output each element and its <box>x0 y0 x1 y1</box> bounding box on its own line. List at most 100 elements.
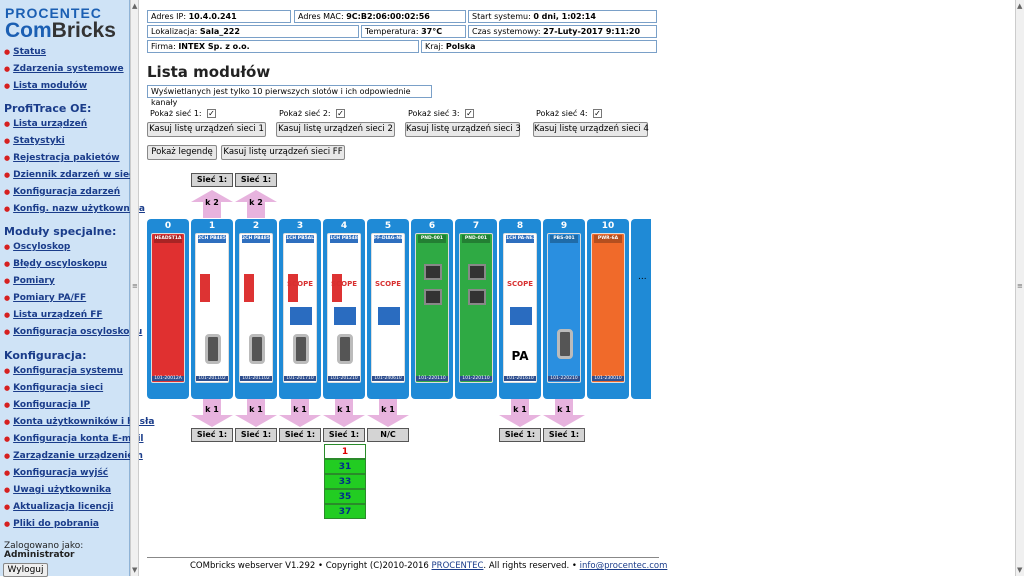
device-address[interactable]: 37 <box>324 504 366 519</box>
main-scroll-grip-icon[interactable]: ≡ <box>1017 282 1023 290</box>
clear-network-button[interactable]: Kasuj listę urządzeń sieci 3 <box>405 122 521 137</box>
nav-link[interactable]: Konfiguracja oscyloskopu <box>4 327 142 337</box>
show-network-label: Pokaż sieć 3: <box>408 109 460 118</box>
module-number: 10 <box>601 221 615 231</box>
device-address[interactable]: 31 <box>324 459 366 474</box>
info-start: Start systemu: 0 dni, 1:02:14 <box>468 10 657 23</box>
module-slot[interactable]: 7 PND-001 101-220110 <box>455 219 497 399</box>
scope-label: SCOPE <box>374 280 402 288</box>
nav-section-config: Konfiguracja: <box>4 349 87 362</box>
nav-link[interactable]: Pomiary PA/FF <box>4 293 86 303</box>
nav-link[interactable]: Oscyloskop <box>4 242 70 252</box>
module-slot[interactable]: 4 1CH PB5485 101-201210 SCOPE <box>323 219 365 399</box>
channel-arrow-up-icon: k 2 <box>191 190 233 218</box>
main-scroll-down-icon[interactable]: ▼ <box>1017 566 1022 574</box>
more-modules: ... <box>638 272 647 282</box>
module-slot-partial <box>631 219 651 399</box>
clear-ff-button[interactable]: Kasuj listę urządzeń sieci FF <box>221 145 345 160</box>
nav-link[interactable]: Zarządzanie urządzeniem <box>4 451 143 461</box>
nav-link[interactable]: Konfiguracja sieci <box>4 383 103 393</box>
module-number: 9 <box>560 221 568 231</box>
show-network-checkbox[interactable]: ✓ <box>336 109 345 118</box>
nav-link[interactable]: Konfiguracja zdarzeń <box>4 187 120 197</box>
nav-link[interactable]: Pliki do pobrania <box>4 519 99 529</box>
nav-link[interactable]: Dziennik zdarzeń w sieci <box>4 170 137 180</box>
module-slot[interactable]: 5 FF-DIAG-NEX 101-240610 SCOPE <box>367 219 409 399</box>
waveform-icon <box>289 306 313 326</box>
nav-link[interactable]: Konfiguracja IP <box>4 400 90 410</box>
nav-link[interactable]: Konfig. nazw użytkownika <box>4 204 145 214</box>
nav-link[interactable]: Lista urządzeń <box>4 119 87 129</box>
module-face: 1CH PB5485 101-201210 SCOPE <box>327 233 361 383</box>
clear-network-button[interactable]: Kasuj listę urządzeń sieci 2 <box>276 122 395 137</box>
scroll-up-icon[interactable]: ▲ <box>132 2 137 10</box>
module-slot[interactable]: 2 2CH PB485 101-201102 <box>235 219 277 399</box>
device-address[interactable]: 33 <box>324 474 366 489</box>
device-address[interactable]: 1 <box>324 444 366 459</box>
db9-connector-icon <box>205 334 221 364</box>
nav-link[interactable]: Statystyki <box>4 136 65 146</box>
nav-link[interactable]: Uwagi użytkownika <box>4 485 111 495</box>
show-legend-button[interactable]: Pokaż legendę <box>147 145 217 160</box>
nav-link[interactable]: Aktualizacja licencji <box>4 502 113 512</box>
channel-network-box[interactable]: Sieć 1: <box>279 428 321 442</box>
scroll-down-icon[interactable]: ▼ <box>132 566 137 574</box>
channel-network-box[interactable]: Sieć 1: <box>191 428 233 442</box>
module-slot[interactable]: 6 PND-001 101-220110 <box>411 219 453 399</box>
main-scrollbar[interactable]: ▲ ≡ ▼ <box>1015 0 1024 576</box>
nav-link[interactable]: Zdarzenia systemowe <box>4 64 124 74</box>
dip-switch-icon <box>200 274 210 302</box>
module-face: HEADST1A 101-20012A <box>151 233 185 383</box>
waveform-icon <box>333 306 357 326</box>
nav-link[interactable]: Rejestracja pakietów <box>4 153 120 163</box>
nav-link[interactable]: Konfiguracja systemu <box>4 366 123 376</box>
show-network-checkbox[interactable]: ✓ <box>593 109 602 118</box>
info-system-time: Czas systemowy: 27-Luty-2017 9:11:20 <box>468 25 657 38</box>
sidebar: PROCENTEC ComBricks StatusZdarzenia syst… <box>0 0 154 577</box>
module-type: 1CH PB5ALT <box>286 235 314 243</box>
nav-link[interactable]: Lista urządzeń FF <box>4 310 102 320</box>
device-address[interactable]: 35 <box>324 489 366 504</box>
clear-network-button[interactable]: Kasuj listę urządzeń sieci 1 <box>147 122 266 137</box>
module-slot[interactable]: 8 1CH PA-NEX 101-201610 SCOPE PA <box>499 219 541 399</box>
main-scroll-up-icon[interactable]: ▲ <box>1017 2 1022 10</box>
sidebar-scrollbar[interactable]: ▲ ≡ ▼ <box>130 0 139 576</box>
nav-link[interactable]: Konfiguracja konta E-mail <box>4 434 143 444</box>
module-number: 3 <box>296 221 304 231</box>
nav-link[interactable]: Status <box>4 47 46 57</box>
clear-network-button[interactable]: Kasuj listę urządzeń sieci 4 <box>533 122 649 137</box>
channel-network-box[interactable]: Sieć 1: <box>235 428 277 442</box>
channel-network-box[interactable]: Sieć 1: <box>543 428 585 442</box>
scroll-grip-icon[interactable]: ≡ <box>132 282 138 290</box>
footer: COMbricks webserver V1.292 • Copyright (… <box>190 561 668 571</box>
db9-connector-icon <box>557 329 573 359</box>
channel-network-box: Sieć 1: <box>191 173 233 187</box>
module-slot[interactable]: 0 HEADST1A 101-20012A <box>147 219 189 399</box>
module-type: 2CH PB485 <box>198 235 226 243</box>
channel-network-box[interactable]: Sieć 1: <box>499 428 541 442</box>
show-network-label: Pokaż sieć 4: <box>536 109 588 118</box>
pa-label: PA <box>511 349 529 363</box>
channel-arrow-down-icon: k 1 <box>499 399 541 427</box>
channel-label: k 1 <box>513 405 527 414</box>
module-slot[interactable]: 3 1CH PB5ALT 101-201710 SCOPE <box>279 219 321 399</box>
module-code: 101-201610 <box>504 376 536 381</box>
nav-link[interactable]: Lista modułów <box>4 81 87 91</box>
channel-network-box[interactable]: Sieć 1: <box>323 428 365 442</box>
show-network-checkbox[interactable]: ✓ <box>207 109 216 118</box>
module-code: 101-20012A <box>152 376 184 381</box>
email-link[interactable]: info@procentec.com <box>580 561 668 571</box>
module-slot[interactable]: 1 2CH PB485 101-201102 <box>191 219 233 399</box>
module-slot[interactable]: 9 PBS-001 101-220210 <box>543 219 585 399</box>
logout-button[interactable]: Wyloguj <box>3 563 48 577</box>
nav-link[interactable]: Konfiguracja wyjść <box>4 468 108 478</box>
procentec-link[interactable]: PROCENTEC <box>432 561 484 571</box>
show-network-checkbox[interactable]: ✓ <box>465 109 474 118</box>
nav-link[interactable]: Pomiary <box>4 276 55 286</box>
channel-arrow-down-icon: k 1 <box>543 399 585 427</box>
module-code: 101-201102 <box>240 376 272 381</box>
channel-network-box[interactable]: N/C <box>367 428 409 442</box>
nav-link[interactable]: Błędy oscyloskopu <box>4 259 107 269</box>
channel-label: k 1 <box>293 405 307 414</box>
module-slot[interactable]: 10 PWR-6A 101-230010 <box>587 219 629 399</box>
